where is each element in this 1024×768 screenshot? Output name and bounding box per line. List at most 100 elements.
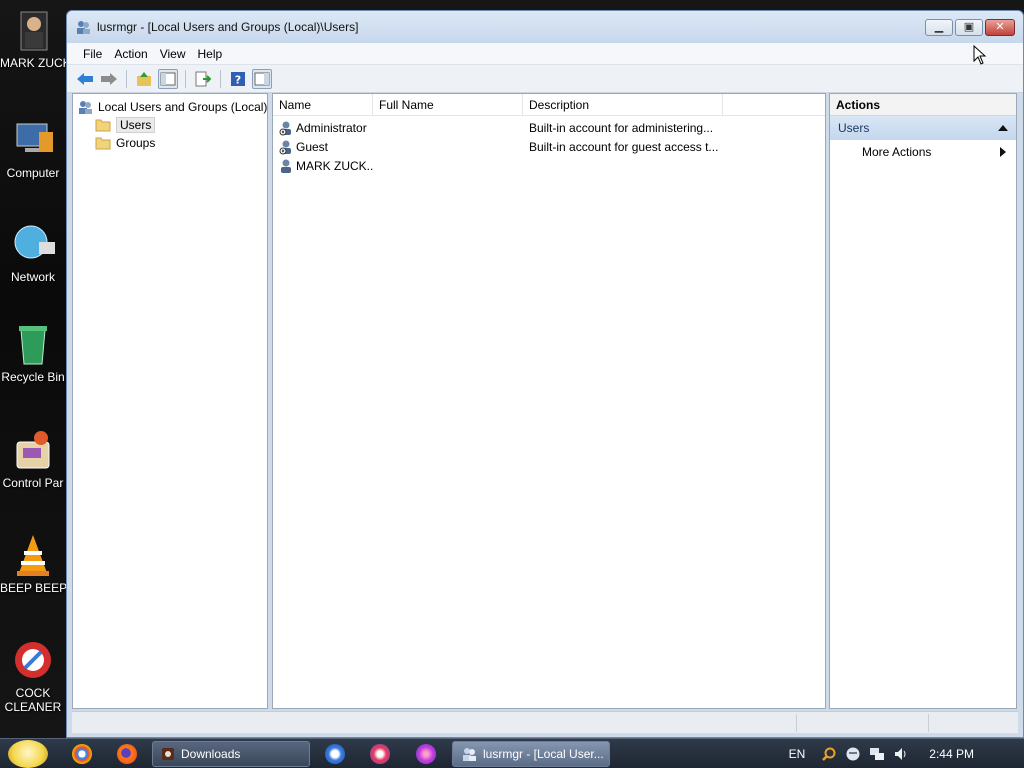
name-cell: MARK ZUCK...	[273, 158, 373, 174]
user-name: Guest	[296, 139, 329, 154]
users-management-icon	[79, 101, 92, 114]
column-header-name[interactable]: Name	[273, 94, 373, 116]
show-hide-console-tree-button[interactable]	[158, 68, 178, 89]
desktop-icon-cleaner[interactable]: COCK CLEANER	[0, 638, 66, 714]
minimize-button[interactable]: ▁	[925, 19, 953, 36]
user-name: MARK ZUCK...	[296, 158, 373, 173]
browser-3-icon[interactable]	[416, 744, 436, 764]
menu-file[interactable]: File	[77, 45, 108, 63]
tree-item-groups[interactable]: Groups	[77, 134, 263, 152]
language-indicator[interactable]: EN	[789, 747, 806, 761]
network-icon[interactable]	[869, 746, 885, 762]
toolbar-separator	[220, 69, 221, 88]
svg-text:?: ?	[235, 73, 241, 86]
more-actions-label: More Actions	[862, 145, 932, 159]
desktop-icon-control-panel[interactable]: Control Par	[0, 428, 66, 490]
status-bar	[72, 711, 1018, 733]
emoji-icon[interactable]	[845, 746, 861, 762]
folder-icon	[95, 119, 111, 132]
search-icon[interactable]	[821, 746, 837, 762]
up-one-level-button[interactable]	[134, 69, 154, 89]
status-segment	[797, 714, 929, 732]
column-header-description[interactable]: Description	[523, 94, 723, 116]
show-hide-action-pane-button[interactable]	[252, 68, 272, 89]
users-list: Name Full Name Description Administrator…	[272, 93, 826, 709]
user-icon	[281, 159, 291, 173]
recycle-bin-icon	[11, 322, 55, 366]
menu-action[interactable]: Action	[108, 45, 153, 63]
menu-help[interactable]: Help	[192, 45, 229, 63]
task-label: Downloads	[181, 747, 241, 761]
desktop-icon-network[interactable]: Network	[0, 222, 66, 284]
folder-icon	[95, 137, 111, 150]
start-button[interactable]	[8, 740, 48, 768]
volume-icon[interactable]	[893, 746, 909, 762]
name-cell: Guest	[273, 139, 373, 155]
forward-button[interactable]	[99, 69, 119, 89]
user-name: Administrator	[296, 120, 367, 135]
desktop-icon-computer[interactable]: Computer	[0, 118, 66, 180]
actions-pane-title: Actions	[830, 94, 1016, 116]
help-button[interactable]: ?	[228, 69, 248, 89]
close-icon: ✕	[995, 21, 1005, 33]
task-lusrmgr[interactable]: lusrmgr - [Local User...	[452, 741, 610, 767]
tree-item-root[interactable]: Local Users and Groups (Local)	[77, 98, 267, 116]
submenu-arrow-icon	[1000, 147, 1006, 157]
table-row[interactable]: MARK ZUCK...	[273, 156, 825, 175]
description-cell: Built-in account for guest access t...	[529, 139, 719, 154]
disabled-user-icon	[279, 121, 291, 135]
close-button[interactable]: ✕	[985, 19, 1015, 36]
actions-section-label: Users	[838, 121, 870, 135]
task-downloads[interactable]: Downloads	[152, 741, 310, 767]
back-arrow-icon	[77, 72, 93, 85]
menu-bar: File Action View Help	[67, 43, 1023, 65]
menu-view[interactable]: View	[154, 45, 192, 63]
actions-pane: Actions Users More Actions	[829, 93, 1017, 709]
cleaner-icon	[11, 638, 55, 682]
more-actions-item[interactable]: More Actions	[830, 140, 1016, 164]
table-row[interactable]: Guest Built-in account for guest access …	[273, 137, 825, 156]
folder-up-icon	[137, 71, 151, 86]
taskbar: Downloads lusrmgr - [Local User... EN 2:…	[0, 738, 1024, 768]
disabled-user-icon	[279, 140, 291, 154]
toolbar-separator	[185, 69, 186, 88]
control-panel-icon	[11, 428, 55, 472]
tree-item-label: Users	[116, 117, 156, 133]
restore-icon: ▣	[963, 21, 975, 33]
desktop-icons: MARK ZUCKERBER Computer Network Recycle …	[0, 0, 66, 738]
network-globe-icon	[11, 222, 55, 266]
desktop-icon-label: Recycle Bin	[1, 370, 65, 384]
desktop-icon-label: COCK CLEANER	[4, 686, 62, 714]
task-label: lusrmgr - [Local User...	[483, 747, 604, 761]
help-icon: ?	[231, 71, 245, 86]
firefox-icon[interactable]	[117, 744, 137, 764]
list-header: Name Full Name Description	[273, 94, 825, 116]
clock[interactable]: 2:44 PM	[929, 747, 974, 761]
chrome-icon[interactable]	[72, 744, 92, 764]
column-header-full-name[interactable]: Full Name	[373, 94, 523, 116]
toolbar: ?	[67, 65, 1023, 93]
back-button[interactable]	[75, 69, 95, 89]
actions-section-users[interactable]: Users	[830, 116, 1016, 140]
export-list-button[interactable]	[193, 69, 213, 89]
forward-arrow-icon	[101, 72, 117, 85]
window-titlebar[interactable]: lusrmgr - [Local Users and Groups (Local…	[67, 11, 1023, 43]
browser-icon[interactable]	[325, 744, 345, 764]
user-folder-icon	[11, 10, 55, 54]
browser-2-icon[interactable]	[370, 744, 390, 764]
downloads-app-icon	[162, 748, 174, 760]
desktop-icon-user-folder[interactable]: MARK ZUCKERBER	[0, 10, 66, 70]
action-pane-icon	[254, 72, 270, 85]
tree-item-label: Groups	[116, 136, 156, 150]
desktop-icon-vlc[interactable]: BEEP BEEP	[0, 533, 66, 595]
desktop-icon-recycle-bin[interactable]: Recycle Bin	[0, 322, 66, 384]
collapse-up-icon	[998, 125, 1008, 131]
desktop-icon-label: Network	[10, 270, 55, 284]
export-list-icon	[195, 71, 211, 86]
users-management-icon	[77, 21, 90, 34]
tree-item-users[interactable]: Users	[77, 116, 263, 134]
maximize-button[interactable]: ▣	[955, 19, 983, 36]
description-cell: Built-in account for administering...	[529, 120, 714, 135]
table-row[interactable]: Administrator Built-in account for admin…	[273, 118, 825, 137]
lusrmgr-window: lusrmgr - [Local Users and Groups (Local…	[66, 10, 1024, 738]
